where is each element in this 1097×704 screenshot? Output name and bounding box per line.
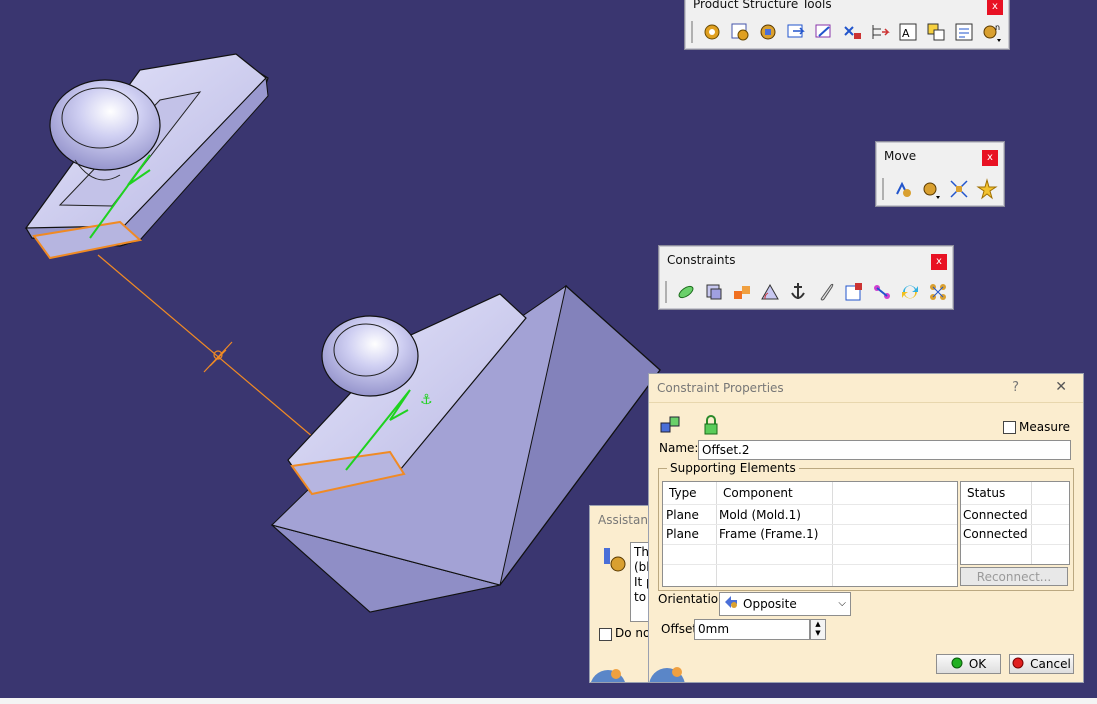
status-table[interactable]: Status Connected Connected: [960, 481, 1070, 565]
reconnect-button[interactable]: Reconnect...: [960, 567, 1068, 586]
do-not-show-label: Do no: [615, 626, 651, 640]
offset-input[interactable]: 0mm: [694, 619, 810, 640]
supporting-elements-label: Supporting Elements: [667, 461, 799, 475]
new-component-icon[interactable]: [727, 19, 753, 45]
name-input[interactable]: Offset.2: [698, 440, 1071, 460]
constraints-toolbar[interactable]: Constraints x: [658, 245, 954, 310]
quick-constraint-icon[interactable]: [841, 279, 867, 305]
offset-constraint-icon[interactable]: [729, 279, 755, 305]
update-icon[interactable]: [897, 279, 923, 305]
toolbar-title: Constraints: [667, 253, 736, 267]
coincidence-constraint-icon[interactable]: [673, 279, 699, 305]
stop-manipulate-on-clash-icon[interactable]: [974, 176, 1000, 202]
gear-icon[interactable]: [699, 19, 725, 45]
close-button[interactable]: ✕: [1055, 379, 1067, 395]
dialog-titlebar[interactable]: Constraint Properties ? ✕: [649, 374, 1083, 403]
svg-text:⚓: ⚓: [420, 392, 433, 408]
orientation-icon: [723, 594, 739, 615]
globe-icon: [590, 660, 630, 682]
new-part-icon[interactable]: [783, 19, 809, 45]
manipulation-icon[interactable]: [890, 176, 916, 202]
orientation-select[interactable]: Opposite ⌵: [719, 592, 851, 616]
row-status: Connected: [963, 508, 1028, 522]
name-label: Name:: [659, 441, 699, 455]
help-button[interactable]: ?: [1012, 380, 1019, 395]
toolbar-grip[interactable]: [882, 178, 884, 200]
ok-label: OK: [968, 657, 987, 671]
product-structure-tools-toolbar[interactable]: Product Structure Tools x A n: [684, 0, 1010, 50]
mold-part[interactable]: [24, 53, 269, 260]
supporting-elements-table[interactable]: Type Component Plane Mold (Mold.1) Plane…: [662, 481, 958, 587]
flexible-rigid-sub-assembly-icon[interactable]: [869, 279, 895, 305]
orientation-value: Opposite: [743, 597, 797, 611]
component-column-header[interactable]: Component: [723, 486, 793, 500]
assistant-title: Assistant: [598, 513, 653, 527]
cancel-button[interactable]: Cancel: [1009, 654, 1074, 674]
offset-label: Offset: [661, 622, 698, 636]
generate-numbering-icon[interactable]: A: [895, 19, 921, 45]
graph-tree-reordering-icon[interactable]: [867, 19, 893, 45]
row-component: Frame (Frame.1): [719, 527, 819, 541]
do-not-show-checkbox[interactable]: [599, 628, 612, 641]
row-type: Plane: [666, 527, 699, 541]
orientation-label: Orientation: [658, 592, 726, 606]
new-product-icon[interactable]: [755, 19, 781, 45]
toolbar-title: Move: [884, 149, 917, 163]
svg-text:A: A: [902, 27, 910, 40]
offset-constraint-line[interactable]: [97, 254, 347, 466]
move-toolbar[interactable]: Move x: [875, 141, 1005, 207]
assistant-icon: [598, 544, 628, 577]
lock-icon[interactable]: [703, 414, 719, 439]
toolbar-grip[interactable]: [665, 281, 667, 303]
dialog-title: Constraint Properties: [657, 381, 784, 395]
status-bar: [0, 698, 1097, 704]
svg-text:n: n: [995, 23, 1000, 32]
multi-instantiation-icon[interactable]: n: [979, 19, 1005, 45]
selective-load-icon[interactable]: [923, 19, 949, 45]
type-column-header[interactable]: Type: [669, 486, 697, 500]
fix-component-icon[interactable]: [785, 279, 811, 305]
chevron-down-icon: ⌵: [838, 598, 846, 609]
existing-component-icon[interactable]: [811, 19, 837, 45]
globe-icon: [649, 658, 693, 682]
row-status: Connected: [963, 527, 1028, 541]
fix-together-icon[interactable]: [813, 279, 839, 305]
ok-button[interactable]: OK: [936, 654, 1001, 674]
ok-icon: [951, 657, 963, 672]
cancel-label: Cancel: [1030, 657, 1071, 671]
cancel-icon: [1012, 657, 1024, 672]
replace-component-icon[interactable]: [839, 19, 865, 45]
snap-icon[interactable]: [918, 176, 944, 202]
explode-icon[interactable]: [946, 176, 972, 202]
reuse-pattern-icon[interactable]: [925, 279, 951, 305]
measure-checkbox[interactable]: [1003, 421, 1016, 434]
constraint-properties-dialog[interactable]: Constraint Properties ? ✕ Measure Name: …: [648, 373, 1084, 683]
angle-constraint-icon[interactable]: [757, 279, 783, 305]
toolbar-title: Product Structure Tools: [693, 0, 832, 11]
close-icon[interactable]: x: [931, 254, 947, 270]
close-icon[interactable]: x: [987, 0, 1003, 15]
constraint-type-icon: [659, 415, 683, 438]
toolbar-grip[interactable]: [691, 21, 693, 43]
offset-spinner[interactable]: ▲ ▼: [810, 619, 826, 640]
status-column-header[interactable]: Status: [967, 486, 1005, 500]
measure-label: Measure: [1019, 420, 1070, 434]
contact-constraint-icon[interactable]: [701, 279, 727, 305]
row-component: Mold (Mold.1): [719, 508, 801, 522]
manage-representations-icon[interactable]: [951, 19, 977, 45]
row-type: Plane: [666, 508, 699, 522]
close-icon[interactable]: x: [982, 150, 998, 166]
